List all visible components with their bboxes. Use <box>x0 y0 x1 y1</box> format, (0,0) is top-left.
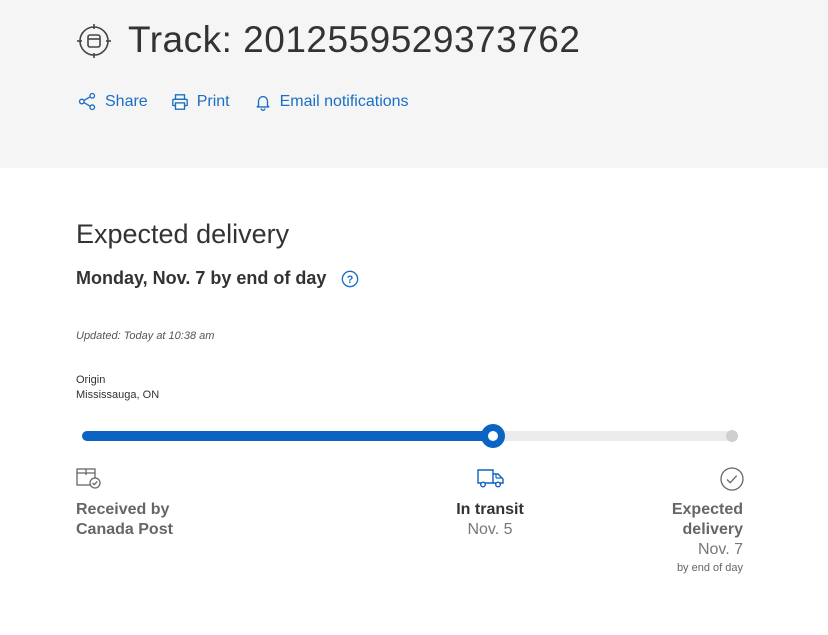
expected-delivery-heading: Expected delivery <box>76 219 290 249</box>
expected-delivery-date: Monday, Nov. 7 by end of day <box>76 268 327 288</box>
email-notifications-link[interactable]: Email notifications <box>254 93 409 111</box>
step-in-transit-date: Nov. 5 <box>467 521 513 538</box>
svg-text:?: ? <box>347 273 354 285</box>
step-received-line1: Received by <box>76 501 170 518</box>
page-title: Track: 2012559529373762 <box>128 19 581 60</box>
truck-icon <box>477 469 504 488</box>
progress-current-marker <box>481 424 505 448</box>
step-in-transit: In transit Nov. 5 <box>430 500 550 540</box>
printer-icon <box>171 93 188 110</box>
print-label: Print <box>196 92 230 110</box>
step-expected-note: by end of day <box>676 562 743 574</box>
package-check-icon <box>76 468 101 489</box>
print-link[interactable]: Print <box>171 93 230 111</box>
progress-end-dot <box>726 430 738 442</box>
share-link[interactable]: Share <box>78 92 148 111</box>
step-received-line2: Canada Post <box>76 521 173 538</box>
header: Track: 2012559529373762 Share Print Emai… <box>0 0 828 168</box>
track-target-icon <box>77 24 111 58</box>
step-expected-date: Nov. 7 <box>697 541 743 558</box>
bell-icon <box>256 95 270 111</box>
step-expected-line1: Expected <box>671 501 743 518</box>
share-label: Share <box>105 92 148 110</box>
progress-fill <box>82 431 493 441</box>
step-expected-line2: delivery <box>682 521 743 538</box>
expected-date-row: Monday, Nov. 7 by end of day ? <box>76 268 359 289</box>
progress-bar <box>82 424 738 448</box>
email-notifications-label: Email notifications <box>279 92 409 110</box>
help-icon[interactable]: ? <box>341 270 359 288</box>
updated-timestamp: Updated: Today at 10:38 am <box>76 330 215 342</box>
share-icon <box>78 92 96 111</box>
origin-city: Mississauga, ON <box>76 389 160 401</box>
check-circle-icon <box>720 467 744 491</box>
action-bar: Share Print Email notifications <box>78 92 409 111</box>
step-in-transit-name: In transit <box>456 501 524 518</box>
origin-label: Origin <box>76 374 106 386</box>
step-received: Received by Canada Post <box>76 500 173 540</box>
step-expected-delivery: Expected delivery Nov. 7 by end of day <box>600 500 743 576</box>
